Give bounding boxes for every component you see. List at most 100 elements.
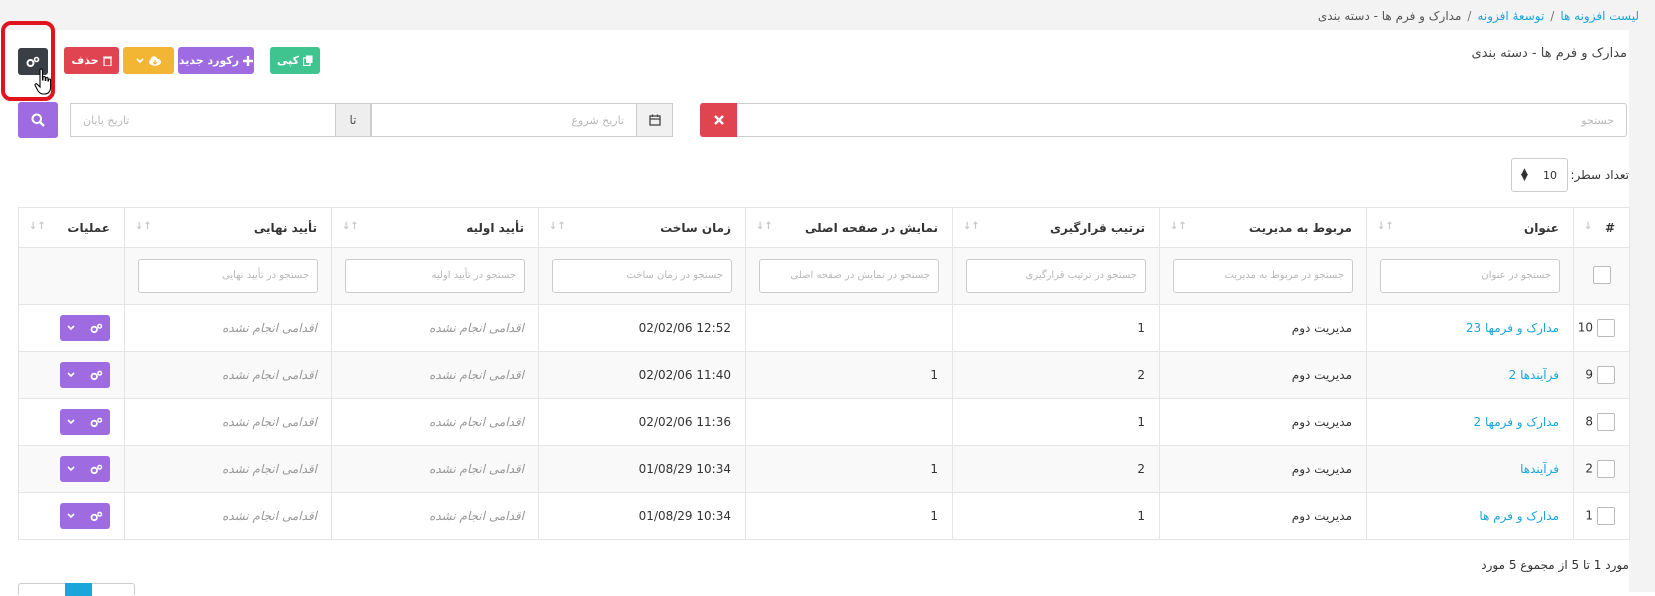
row-title-link[interactable]: فرآیندها [1520, 462, 1559, 476]
row-related: مدیریت دوم [1159, 351, 1367, 399]
row-related: مدیریت دوم [1159, 304, 1367, 352]
column-header-ops[interactable]: عملیات ↑↓ [18, 207, 125, 248]
row-actions-button[interactable] [60, 315, 110, 341]
column-header-related[interactable]: مربوط به مدیریت ↑↓ [1159, 207, 1367, 248]
row-actions-button[interactable] [60, 362, 110, 388]
clear-search-button[interactable] [700, 103, 737, 137]
row-actions-button[interactable] [60, 409, 110, 435]
search-input[interactable]: جستجو [700, 103, 1627, 137]
row-title-link[interactable]: فرآیندها 2 [1509, 368, 1559, 382]
row-order: 1 [952, 304, 1160, 352]
row-approve2: اقدامی انجام نشده [124, 398, 332, 446]
sort-icon: ↓ [1584, 221, 1593, 232]
row-id: 8 [1573, 398, 1630, 446]
filter-order-input[interactable]: جستجو در ترتیب قرارگیری [966, 259, 1146, 293]
column-header-approve2[interactable]: تأیید نهایی ↑↓ [124, 207, 332, 248]
row-created: 12:52 02/02/06 [538, 304, 746, 352]
filter-row: جستجو در عنوان جستجو در مربوط به مدیریت … [18, 247, 1630, 305]
row-title-link[interactable]: مدارک و فرمها 2 [1474, 415, 1559, 429]
new-record-button[interactable]: رکورد جدید [178, 47, 254, 74]
table-row: 1 مدارک و فرم ها مدیریت دوم 1 1 10:34 01… [18, 492, 1630, 540]
cogs-icon [90, 417, 103, 427]
filter-home-input[interactable]: جستجو در نمایش در صفحه اصلی [759, 259, 939, 293]
row-created: 10:34 01/08/29 [538, 445, 746, 493]
end-date-input[interactable]: تاریخ پایان [70, 103, 336, 137]
select-all-cell [1573, 247, 1630, 305]
chevron-down-icon [67, 466, 75, 472]
filter-cell [18, 247, 125, 305]
table-row: 10 مدارک و فرمها 23 مدیریت دوم 1 12:52 0… [18, 304, 1630, 352]
filter-related-input[interactable]: جستجو در مربوط به مدیریت [1173, 259, 1353, 293]
download-dropdown-button[interactable] [123, 47, 174, 74]
column-header-approve1[interactable]: تأیید اولیه ↑↓ [331, 207, 539, 248]
row-checkbox[interactable] [1597, 507, 1615, 525]
row-actions-button[interactable] [60, 503, 110, 529]
search-placeholder: جستجو [1581, 114, 1614, 127]
filter-created-input[interactable]: جستجو در زمان ساخت [552, 259, 732, 293]
filter-cell: جستجو در نمایش در صفحه اصلی [745, 247, 953, 305]
chevron-down-icon [67, 513, 75, 519]
breadcrumb: لیست افزونه ها / توسعهٔ افزونه / مدارک و فرم… [1318, 9, 1639, 23]
row-home: 1 [745, 445, 953, 493]
filter-approve2-input[interactable]: جستجو در تأیید نهایی [138, 259, 318, 293]
breadcrumb-link-dev[interactable]: توسعهٔ افزونه [1477, 9, 1544, 23]
sort-icon: ↑↓ [1377, 221, 1394, 232]
calendar-button[interactable] [636, 103, 673, 137]
cogs-icon [90, 323, 103, 333]
search-icon [31, 113, 45, 127]
pagination-active-page[interactable] [65, 583, 92, 596]
sort-icon: ↑↓ [756, 221, 773, 232]
filter-approve1-input[interactable]: جستجو در تأیید اولیه [345, 259, 525, 293]
breadcrumb-bar: لیست افزونه ها / توسعهٔ افزونه / مدارک و فرم… [0, 0, 1655, 30]
select-all-checkbox[interactable] [1592, 265, 1611, 284]
pagination[interactable] [18, 583, 135, 596]
column-header-home[interactable]: نمایش در صفحه اصلی ↑↓ [745, 207, 953, 248]
row-order: 1 [952, 398, 1160, 446]
breadcrumb-separator: / [1550, 9, 1555, 23]
column-header-title[interactable]: عنوان ↑↓ [1366, 207, 1574, 248]
filter-title-input[interactable]: جستجو در عنوان [1380, 259, 1560, 293]
column-header-order[interactable]: ترتیب قرارگیری ↑↓ [952, 207, 1160, 248]
row-id: 2 [1573, 445, 1630, 493]
row-title-link[interactable]: مدارک و فرم ها [1479, 509, 1559, 523]
breadcrumb-separator: / [1467, 9, 1472, 23]
search-button[interactable] [18, 102, 58, 138]
row-ops [18, 492, 125, 540]
rows-per-page-select[interactable]: 10 ▲ ▼ [1511, 158, 1568, 192]
cloud-download-icon [148, 55, 161, 66]
sort-icon: ↑↓ [29, 221, 46, 232]
row-checkbox[interactable] [1597, 460, 1615, 478]
row-actions-button[interactable] [60, 456, 110, 482]
column-header-created[interactable]: زمان ساخت ↑↓ [538, 207, 746, 248]
start-date-placeholder: تاریخ شروع [571, 114, 624, 127]
filter-cell: جستجو در مربوط به مدیریت [1159, 247, 1367, 305]
breadcrumb-link-plugins[interactable]: لیست افزونه ها [1560, 9, 1639, 23]
row-checkbox[interactable] [1597, 366, 1615, 384]
cogs-icon [90, 511, 103, 521]
row-checkbox[interactable] [1597, 319, 1615, 337]
rows-per-page-value: 10 [1543, 169, 1557, 182]
sort-icon: ↑↓ [963, 221, 980, 232]
delete-button[interactable]: حذف [64, 47, 119, 74]
row-checkbox[interactable] [1597, 413, 1615, 431]
start-date-input[interactable]: تاریخ شروع [371, 103, 637, 137]
row-approve2: اقدامی انجام نشده [124, 351, 332, 399]
row-ops [18, 351, 125, 399]
row-home [745, 304, 953, 352]
cogs-icon [90, 464, 103, 474]
breadcrumb-current: مدارک و فرم ها - دسته بندی [1317, 9, 1462, 23]
right-edge-panel [1629, 30, 1655, 592]
filter-cell: جستجو در ترتیب قرارگیری [952, 247, 1160, 305]
row-related: مدیریت دوم [1159, 492, 1367, 540]
table-row: 2 فرآیندها مدیریت دوم 2 1 10:34 01/08/29… [18, 445, 1630, 493]
data-table: # ↓ عنوان ↑↓ مربوط به مدیریت ↑↓ ترتیب قرارگ… [18, 207, 1630, 540]
copy-button[interactable]: کپی [270, 47, 320, 74]
column-header-id[interactable]: # ↓ [1573, 207, 1630, 248]
filter-cell: جستجو در زمان ساخت [538, 247, 746, 305]
row-approve2: اقدامی انجام نشده [124, 445, 332, 493]
row-approve1: اقدامی انجام نشده [331, 492, 539, 540]
row-title-link[interactable]: مدارک و فرمها 23 [1466, 321, 1559, 335]
row-approve1: اقدامی انجام نشده [331, 445, 539, 493]
row-home: 1 [745, 351, 953, 399]
sort-icon: ↑↓ [1170, 221, 1187, 232]
